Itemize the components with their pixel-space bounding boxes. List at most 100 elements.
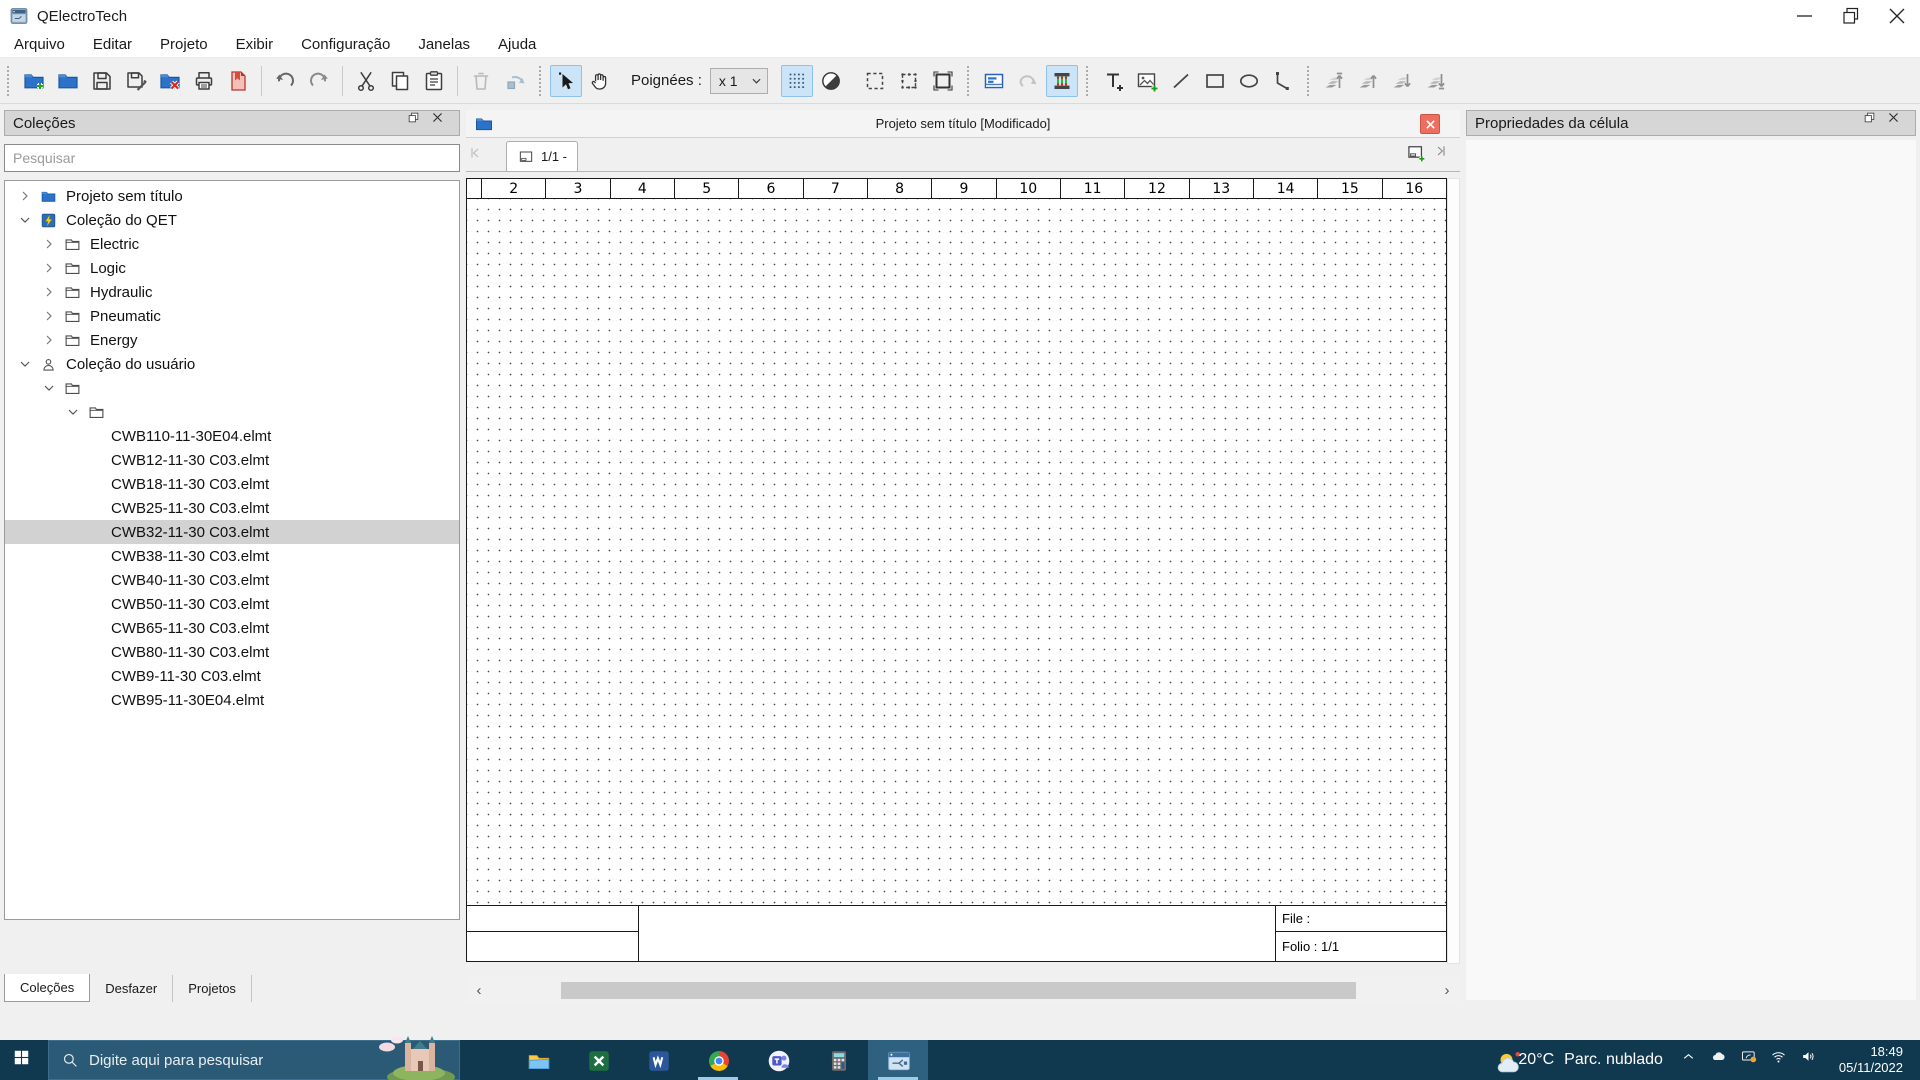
taskbar-qelectrotech[interactable] [868,1040,928,1080]
tree-item-folder[interactable] [5,400,459,424]
chevron-down-icon[interactable] [17,212,33,228]
contrast-button[interactable] [815,65,847,97]
chevron-right-icon[interactable] [41,260,57,276]
tree-item-energy[interactable]: Energy [5,328,459,352]
undo-button[interactable] [269,65,301,97]
tab-colecoes[interactable]: Coleções [4,974,90,1002]
tree-item-element[interactable]: CWB12-11-30 C03.elmt [5,448,459,472]
float-panel-button[interactable] [407,114,427,132]
raise-button[interactable] [1352,65,1384,97]
toolbar-handle[interactable] [1307,66,1312,96]
tree-item-pneumatic[interactable]: Pneumatic [5,304,459,328]
add-polyline-button[interactable] [1267,65,1299,97]
tree-item-colecao-qet[interactable]: Coleção do QET [5,208,459,232]
print-button[interactable] [188,65,220,97]
toolbar-handle[interactable] [1086,66,1091,96]
tree-item-element[interactable]: CWB38-11-30 C03.elmt [5,544,459,568]
poignees-dropdown[interactable]: x 1 [710,68,768,94]
add-image-button[interactable] [1131,65,1163,97]
first-folio-button[interactable] [466,143,492,171]
frame-button[interactable] [927,65,959,97]
chevron-down-icon[interactable] [65,404,81,420]
tree-item-logic[interactable]: Logic [5,256,459,280]
tab-desfazer[interactable]: Desfazer [90,975,173,1002]
close-panel-button[interactable] [431,114,451,132]
tree-item-hydraulic[interactable]: Hydraulic [5,280,459,304]
copy-button[interactable] [384,65,416,97]
add-folio-button[interactable] [1404,142,1432,168]
delete-button[interactable] [465,65,497,97]
menu-ajuda[interactable]: Ajuda [484,32,550,57]
taskbar-chrome[interactable] [688,1040,748,1080]
minimize-button[interactable] [1782,0,1828,32]
paste-button[interactable] [418,65,450,97]
tree-item-projeto[interactable]: Projeto sem título [5,184,459,208]
cut-button[interactable] [350,65,382,97]
tree-item-element-selected[interactable]: CWB32-11-30 C03.elmt [5,520,459,544]
menu-janelas[interactable]: Janelas [404,32,484,57]
scroll-right-arrow[interactable]: › [1434,977,1460,1004]
close-project-button[interactable] [1420,114,1440,134]
taskbar-explorer[interactable] [508,1040,568,1080]
toolbar-handle[interactable] [7,66,12,96]
select-all-button[interactable] [893,65,925,97]
chevron-down-icon[interactable] [41,380,57,396]
tree-item-element[interactable]: CWB18-11-30 C03.elmt [5,472,459,496]
add-line-button[interactable] [1165,65,1197,97]
save-button[interactable] [86,65,118,97]
tray-volume[interactable] [1797,1040,1827,1080]
tree-item-element[interactable]: CWB25-11-30 C03.elmt [5,496,459,520]
redo-button[interactable] [303,65,335,97]
search-input[interactable] [4,144,460,172]
bring-to-front-button[interactable] [1318,65,1350,97]
tree-item-element[interactable]: CWB80-11-30 C03.elmt [5,640,459,664]
rotate-selection-button[interactable] [499,65,531,97]
send-to-back-button[interactable] [1420,65,1452,97]
menu-editar[interactable]: Editar [79,32,146,57]
tree-item-element[interactable]: CWB50-11-30 C03.elmt [5,592,459,616]
chevron-right-icon[interactable] [41,284,57,300]
tree-item-element[interactable]: CWB9-11-30 C03.elmt [5,664,459,688]
tree-item-electric[interactable]: Electric [5,232,459,256]
save-as-button[interactable] [120,65,152,97]
tree-item-colecao-usuario[interactable]: Coleção do usuário [5,352,459,376]
toolbar-handle[interactable] [967,66,972,96]
horizontal-scrollbar[interactable]: ‹ › [466,977,1460,1004]
taskbar-search[interactable]: Digite aqui para pesquisar [48,1040,460,1080]
scroll-left-arrow[interactable]: ‹ [466,977,492,1004]
add-text-button[interactable] [1097,65,1129,97]
titleblock-editor-button[interactable] [978,65,1010,97]
tray-chevron-button[interactable] [1677,1040,1707,1080]
tree-item-element[interactable]: CWB95-11-30E04.elmt [5,688,459,712]
menu-projeto[interactable]: Projeto [146,32,222,57]
taskbar-teams[interactable] [748,1040,808,1080]
add-ellipse-button[interactable] [1233,65,1265,97]
tray-wifi[interactable] [1767,1040,1797,1080]
float-panel-button[interactable] [1863,114,1883,132]
tree-item-element[interactable]: CWB110-11-30E04.elmt [5,424,459,448]
chevron-down-icon[interactable] [17,356,33,372]
restore-button[interactable] [1828,0,1874,32]
open-project-button[interactable] [52,65,84,97]
start-button[interactable] [0,1040,48,1080]
tray-screenshare[interactable] [1737,1040,1767,1080]
selection-mode-button[interactable] [550,65,582,97]
grid-toggle-button[interactable] [781,65,813,97]
close-file-button[interactable] [154,65,186,97]
new-project-button[interactable] [18,65,50,97]
export-pdf-button[interactable] [222,65,254,97]
menu-arquivo[interactable]: Arquivo [0,32,79,57]
scrollbar-thumb[interactable] [561,982,1356,999]
search-highlight-illustration[interactable] [369,1033,469,1080]
taskbar-excel[interactable] [568,1040,628,1080]
toolbar-handle[interactable] [539,66,544,96]
tree-item-element[interactable]: CWB65-11-30 C03.elmt [5,616,459,640]
add-rect-button[interactable] [1199,65,1231,97]
diagram-canvas[interactable] [467,199,1446,905]
fold-button[interactable] [1012,65,1044,97]
menu-exibir[interactable]: Exibir [222,32,288,57]
taskbar-clock[interactable]: 18:49 05/11/2022 [1839,1044,1903,1076]
chevron-right-icon[interactable] [41,308,57,324]
chevron-right-icon[interactable] [17,188,33,204]
taskbar-word[interactable] [628,1040,688,1080]
